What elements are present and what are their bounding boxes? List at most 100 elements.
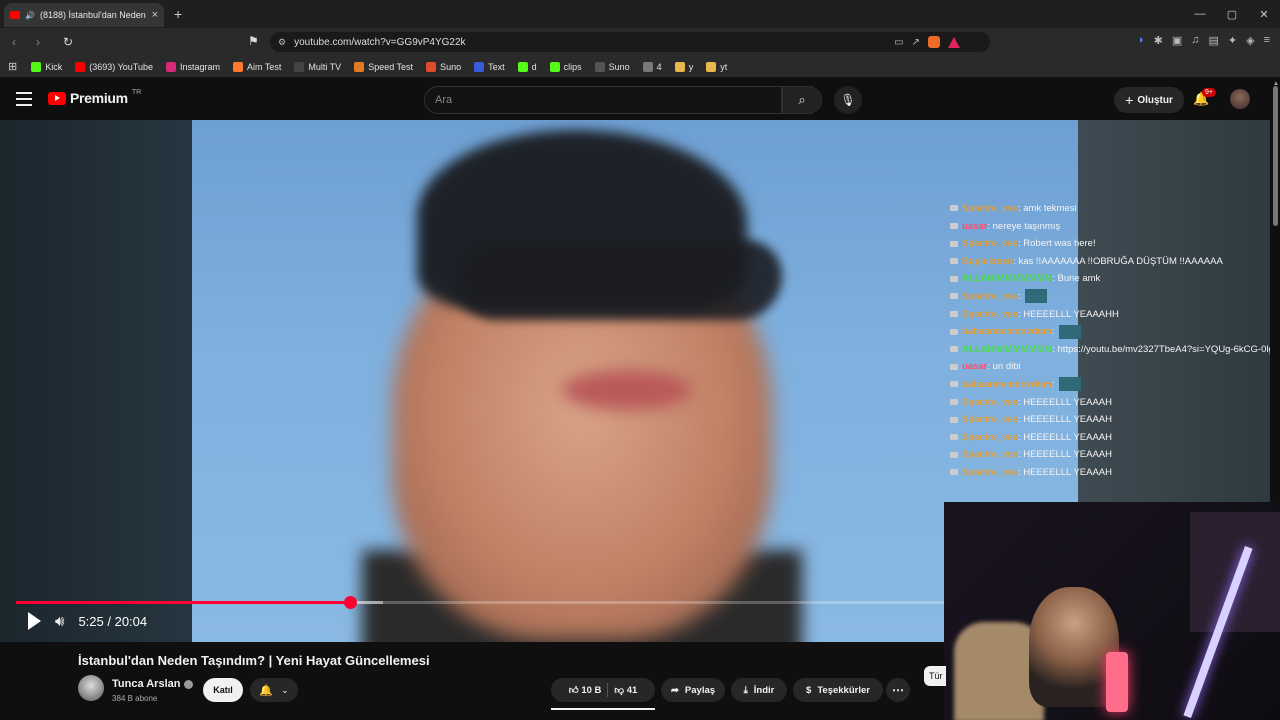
page-scrollbar[interactable] xyxy=(1273,86,1278,226)
volume-icon[interactable]: 🔊︎ xyxy=(55,613,64,630)
chat-message: Spectre_vss: HEEEELLL YEAAAHH xyxy=(950,306,1270,324)
chat-username[interactable]: babaannemdovdum xyxy=(962,379,1052,390)
chat-username[interactable]: Spectre_vss xyxy=(962,238,1018,249)
chat-username[interactable]: uasar xyxy=(962,361,987,372)
bookmark-icon[interactable]: ⚑ xyxy=(248,34,259,48)
close-window-button[interactable]: ✕ xyxy=(1248,8,1280,21)
bookmark-item[interactable]: Kick xyxy=(31,61,62,72)
chat-text: HEEEELLL YEAAAH xyxy=(1023,431,1112,443)
music-note-icon[interactable]: ♫ xyxy=(1191,34,1199,47)
chat-message: Spectre_vss: amk tekmesi xyxy=(950,200,1270,218)
address-bar[interactable]: ⚙ youtube.com/watch?v=GG9vP4YG22k ▭ ↗ xyxy=(270,32,990,52)
leo-ai-icon[interactable]: ✦ xyxy=(1228,34,1237,47)
cast-icon[interactable]: ▭ xyxy=(894,37,903,48)
bookmark-item[interactable]: Aim Test xyxy=(233,61,282,72)
bookmark-favicon-icon xyxy=(31,61,42,72)
subscribed-bell-button[interactable]: 🔔 ⌄ xyxy=(250,678,298,702)
site-settings-icon[interactable]: ⚙ xyxy=(278,37,286,48)
forward-arrow-icon[interactable]: › xyxy=(28,35,48,49)
brave-shields-icon[interactable] xyxy=(928,36,940,48)
search-input[interactable]: Ara xyxy=(424,86,782,114)
extensions-puzzle-icon[interactable]: ✱ xyxy=(1154,34,1163,47)
chat-badge-icon xyxy=(950,258,958,265)
chat-username[interactable]: ALLAHIMMMMMMM xyxy=(962,344,1052,355)
play-icon[interactable] xyxy=(28,612,41,630)
like-divider xyxy=(607,683,609,697)
bookmark-item[interactable]: d xyxy=(517,61,537,72)
apps-grid-icon[interactable]: ⊞ xyxy=(8,60,17,73)
chat-badge-icon xyxy=(950,328,958,335)
chat-username[interactable]: babaannemdovdum xyxy=(962,326,1052,337)
bookmark-item[interactable]: (3693) YouTube xyxy=(75,61,153,72)
channel-name: Tunca Arslan xyxy=(112,678,181,690)
bookmark-item[interactable]: Suno xyxy=(594,61,630,72)
menu-icon[interactable] xyxy=(16,92,32,106)
chat-username[interactable]: Bqpickmen xyxy=(962,256,1013,267)
account-avatar[interactable] xyxy=(1230,89,1250,109)
thanks-button[interactable]: $ Teşekkürler xyxy=(793,678,883,702)
category-chip[interactable]: Tür xyxy=(924,666,946,686)
chat-badge-icon xyxy=(950,275,958,282)
minimize-button[interactable]: — xyxy=(1184,8,1216,20)
chat-username[interactable]: Spectre_vss xyxy=(962,397,1018,408)
youtube-premium-logo[interactable]: Premium TR xyxy=(48,89,141,106)
brave-rewards-icon[interactable] xyxy=(948,36,960,48)
voice-search-button[interactable]: 🎙 xyxy=(834,86,862,114)
like-button[interactable]: 👍︎ 10 B xyxy=(569,684,602,696)
extension-audio-icon[interactable]: ◗ xyxy=(1138,34,1145,47)
bookmark-label: Aim Test xyxy=(247,61,282,72)
channel-name-row[interactable]: Tunca Arslan xyxy=(112,678,194,690)
bookmark-item[interactable]: Instagram xyxy=(165,61,220,72)
chat-text: HEEEELLL YEAAAH xyxy=(1023,449,1112,461)
reload-icon[interactable]: ↻ xyxy=(58,35,78,49)
chat-username[interactable]: Spectre_vss xyxy=(962,432,1018,443)
chat-username[interactable]: Spectre_vss xyxy=(962,203,1018,214)
bookmark-item[interactable]: yt xyxy=(706,61,727,72)
address-bar-icons: ▭ ↗ xyxy=(894,32,960,52)
download-icon: ⤓ xyxy=(743,684,748,696)
chat-username[interactable]: Spectre_vss xyxy=(962,414,1018,425)
join-button[interactable]: Katıl xyxy=(203,678,243,702)
channel-avatar[interactable] xyxy=(78,675,104,701)
back-arrow-icon[interactable]: ‹ xyxy=(4,35,24,49)
bookmark-item[interactable]: Speed Test xyxy=(354,61,413,72)
download-button[interactable]: ⤓ İndir xyxy=(731,678,787,702)
bookmark-item[interactable]: Text xyxy=(474,61,505,72)
chat-text: nereye taşınmış xyxy=(992,220,1061,232)
chat-text: Robert was here! xyxy=(1023,238,1096,250)
dislike-button[interactable]: 👎︎ 41 xyxy=(614,684,637,696)
more-actions-button[interactable]: ⋯ xyxy=(886,678,910,702)
search-button[interactable]: ⌕ xyxy=(782,86,822,114)
chat-username[interactable]: Spectre_vss xyxy=(962,309,1018,320)
time-display: 5:25 / 20:04 xyxy=(78,613,148,629)
extension-box-icon[interactable]: ▣ xyxy=(1172,34,1182,47)
window-controls: — ▢ ✕ xyxy=(1184,0,1280,28)
progress-scrubber-handle[interactable] xyxy=(344,596,358,609)
share-button[interactable]: ➦ Paylaş xyxy=(661,678,725,702)
bookmark-item[interactable]: clips xyxy=(549,61,582,72)
vpn-shield-icon[interactable]: ◈ xyxy=(1246,34,1254,47)
wallet-icon[interactable]: ▤ xyxy=(1208,34,1218,47)
bookmark-item[interactable]: Multi TV xyxy=(294,61,341,72)
chat-text: Bune amk xyxy=(1057,273,1101,285)
player-controls: 🔊︎ 5:25 / 20:04 xyxy=(28,612,147,630)
bookmark-item[interactable]: y xyxy=(674,61,693,72)
chat-username[interactable]: Spectre_vss xyxy=(962,449,1018,460)
bookmark-item[interactable]: Suno xyxy=(426,61,461,72)
maximize-button[interactable]: ▢ xyxy=(1216,8,1248,21)
chat-username[interactable]: uasar xyxy=(962,221,987,232)
new-tab-button[interactable]: + xyxy=(174,6,182,22)
chat-username[interactable]: ALLAHIMMMMMMM xyxy=(962,273,1052,284)
thumbs-up-icon: 👍︎ xyxy=(568,685,579,696)
chat-username[interactable]: Spectre_vss xyxy=(962,467,1018,478)
create-button[interactable]: + Oluştur xyxy=(1114,87,1184,113)
chat-username[interactable]: Spectre_vss xyxy=(962,291,1018,302)
browser-menu-icon[interactable]: ≡ xyxy=(1264,34,1270,47)
browser-tab-active[interactable]: 🔊 (8188) İstanbul'dan Neden Ta × xyxy=(4,3,164,27)
chat-message: Bqpickmen: kas !!AAAAAAA !!OBRUĞA DÜŞTÜM… xyxy=(950,253,1270,271)
tab-close-icon[interactable]: × xyxy=(152,9,158,21)
chat-badge-icon xyxy=(950,381,958,388)
bookmark-item[interactable]: 4 xyxy=(642,61,662,72)
share-page-icon[interactable]: ↗ xyxy=(912,37,920,48)
video-progress-bar[interactable] xyxy=(16,596,944,609)
